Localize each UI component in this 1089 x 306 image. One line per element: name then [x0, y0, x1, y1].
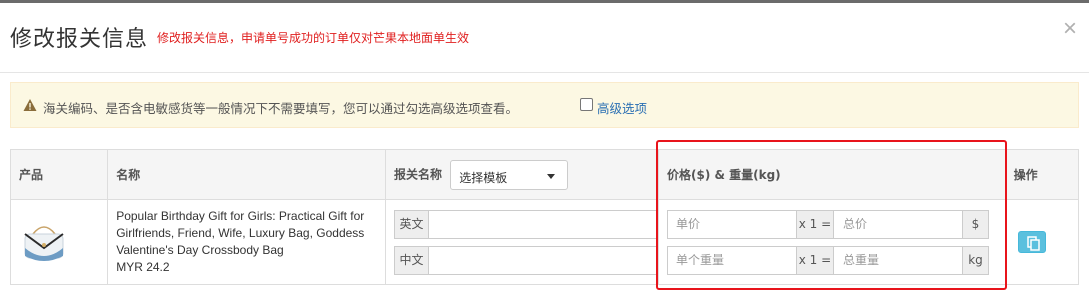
product-cell	[9, 199, 109, 285]
edit-customs-modal: 修改报关信息 修改报关信息，申请单号成功的订单仅对芒果本地面单生效 × 海关编码…	[0, 3, 1089, 306]
chinese-name-input[interactable]	[429, 246, 657, 274]
product-thumbnail[interactable]	[19, 218, 69, 266]
english-name-input[interactable]	[429, 210, 657, 238]
unit-price-input[interactable]	[667, 210, 795, 238]
template-select-value: 选择模板	[459, 170, 508, 185]
chinese-name-group: 中文	[393, 245, 658, 275]
modal-title: 修改报关信息	[10, 27, 149, 52]
product-name: Popular Birthday Gift for Girls: Practic…	[116, 209, 365, 257]
declare-name-cell: 英文 中文	[384, 199, 659, 285]
action-cell	[1004, 199, 1080, 285]
chinese-label: 中文	[394, 246, 429, 274]
weight-group: x 1 = kg	[666, 245, 989, 275]
table-header-row: 产品 名称 报关名称 选择模板 价格($) & 重量(kg) 操作	[9, 149, 1080, 200]
header-declare-name: 报关名称 选择模板	[384, 149, 659, 200]
header-name: 名称	[107, 149, 386, 200]
header-action: 操作	[1004, 149, 1080, 200]
header-price-weight: 价格($) & 重量(kg)	[657, 149, 1006, 200]
warning-icon	[23, 99, 37, 111]
unit-weight-input[interactable]	[667, 246, 795, 274]
english-name-group: 英文	[393, 209, 658, 239]
template-select[interactable]: 选择模板	[450, 159, 569, 190]
alert-message: 海关编码、是否含电敏感货等一般情况下不需要填写，您可以通过勾选高级选项查看。	[43, 101, 519, 116]
copy-button[interactable]	[1017, 231, 1046, 253]
price-weight-cell: x 1 = $ x 1 = kg	[657, 199, 1006, 285]
close-icon[interactable]: ×	[1063, 17, 1077, 41]
caret-down-icon	[547, 173, 556, 179]
weight-multiplier: x 1 =	[795, 246, 834, 274]
bag-image	[19, 218, 69, 266]
copy-icon	[1026, 236, 1040, 251]
english-label: 英文	[394, 210, 429, 238]
price-multiplier: x 1 =	[795, 210, 834, 238]
product-price: MYR 24.2	[116, 260, 170, 274]
modal-subtitle: 修改报关信息，申请单号成功的订单仅对芒果本地面单生效	[157, 31, 470, 45]
advanced-options-label[interactable]: 高级选项	[597, 98, 647, 117]
modal-header: 修改报关信息 修改报关信息，申请单号成功的订单仅对芒果本地面单生效 ×	[0, 3, 1089, 73]
total-weight-input[interactable]	[834, 246, 962, 274]
weight-unit: kg	[961, 246, 988, 274]
header-declare-name-label: 报关名称	[393, 167, 442, 181]
info-alert: 海关编码、是否含电敏感货等一般情况下不需要填写，您可以通过勾选高级选项查看。 高…	[10, 82, 1079, 128]
header-product: 产品	[9, 149, 109, 200]
price-group: x 1 = $	[666, 209, 989, 239]
name-cell: Popular Birthday Gift for Girls: Practic…	[107, 199, 386, 285]
currency-unit: $	[961, 210, 988, 238]
table-row: Popular Birthday Gift for Girls: Practic…	[9, 199, 1080, 285]
advanced-options-checkbox[interactable]	[580, 98, 593, 111]
customs-table: 产品 名称 报关名称 选择模板 价格($) & 重量(kg) 操作 Popula…	[9, 149, 1080, 285]
total-price-input[interactable]	[834, 210, 962, 238]
